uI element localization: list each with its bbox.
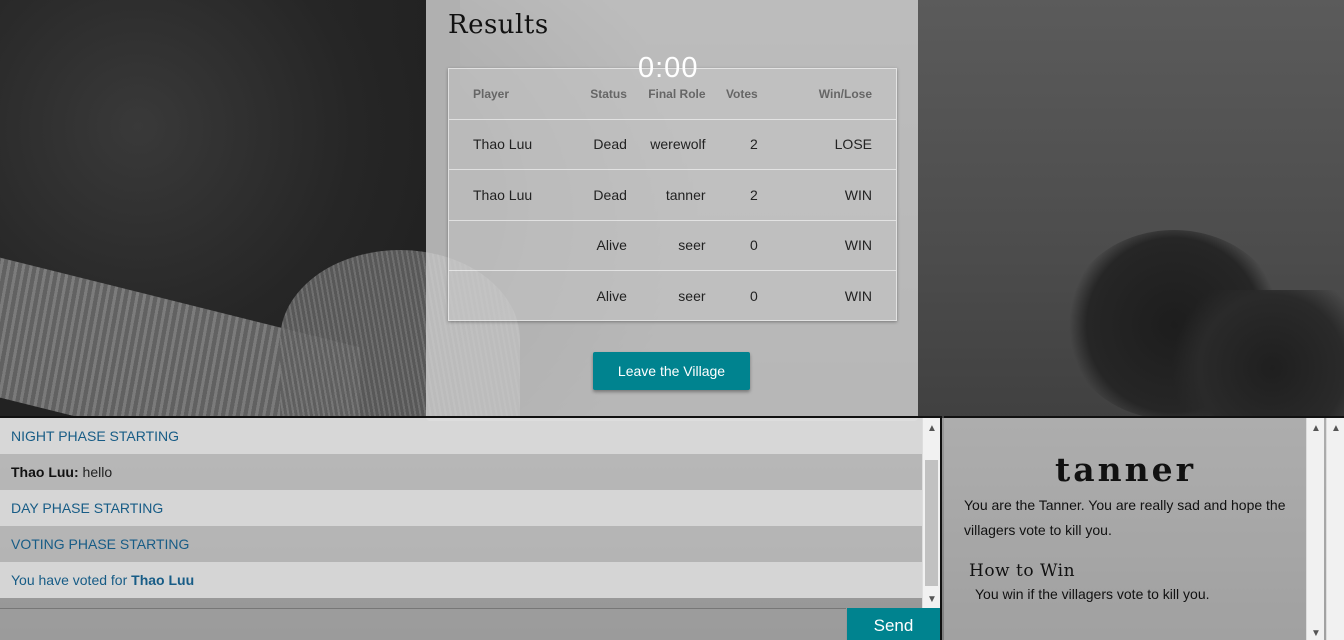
cell-final-role: seer (632, 219, 716, 271)
results-table: Player Status Final Role Votes Win/Lose … (448, 68, 897, 321)
results-title: Results (448, 10, 549, 40)
message-text: hello (78, 464, 113, 480)
cell-status: Alive (580, 219, 633, 271)
scrollbar-thumb[interactable] (925, 460, 938, 586)
cell-player: Thao Luu (449, 118, 581, 170)
cell-win-lose: WIN (771, 169, 896, 220)
cell-player (449, 219, 581, 271)
role-card: tanner You are the Tanner. You are reall… (944, 418, 1307, 640)
cell-votes: 2 (715, 118, 772, 170)
cell-status: Alive (580, 270, 633, 321)
role-name: tanner (1055, 450, 1196, 489)
list-item: NIGHT PHASE STARTING (0, 418, 922, 454)
cell-votes: 0 (715, 270, 772, 321)
chat-panel: NIGHT PHASE STARTING Thao Luu: hello DAY… (0, 416, 942, 640)
table-row: Thao Luu Dead tanner 2 WIN (449, 169, 896, 220)
list-item: Thao Luu: hello (0, 454, 922, 490)
timer: 0:00 (638, 52, 699, 84)
chat-input[interactable] (0, 608, 846, 640)
chevron-up-icon[interactable]: ▲ (1327, 420, 1344, 437)
column-header-votes: Votes (725, 86, 758, 101)
message-author: Thao Luu: (11, 464, 79, 480)
list-item: You have voted for Thao Luu (0, 562, 922, 598)
cell-final-role: seer (632, 270, 716, 321)
results-panel: Results 0:00 Player Status Final Role Vo… (426, 0, 918, 421)
system-message-text: VOTING PHASE STARTING (11, 536, 190, 552)
send-button[interactable]: Send (847, 608, 940, 640)
cell-win-lose: WIN (771, 270, 896, 321)
vote-target: Thao Luu (131, 572, 195, 588)
table-row: Thao Luu Dead werewolf 2 LOSE (449, 118, 896, 170)
cell-votes: 2 (715, 169, 772, 220)
chevron-down-icon[interactable]: ▼ (923, 591, 941, 608)
chevron-up-icon[interactable]: ▲ (1307, 420, 1325, 437)
system-message-text: NIGHT PHASE STARTING (11, 428, 180, 444)
chevron-up-icon[interactable]: ▲ (923, 420, 941, 437)
role-scrollbar[interactable]: ▲ ▼ (1306, 418, 1324, 640)
role-description: You are the Tanner. You are really sad a… (964, 497, 1286, 538)
background-bush (1164, 290, 1344, 420)
how-to-win-text: You win if the villagers vote to kill yo… (975, 586, 1210, 602)
list-item: DAY PHASE STARTING (0, 490, 922, 526)
cell-final-role: tanner (632, 169, 716, 220)
cell-player (449, 270, 581, 321)
how-to-win-title: How to Win (969, 561, 1076, 581)
cell-win-lose: LOSE (771, 118, 896, 170)
cell-win-lose: WIN (771, 219, 896, 271)
cell-status: Dead (580, 118, 633, 170)
table-row: Alive seer 0 WIN (449, 219, 896, 271)
cell-final-role: werewolf (632, 118, 716, 170)
cell-votes: 0 (715, 219, 772, 271)
cell-status: Dead (580, 169, 633, 220)
vote-message-text: You have voted for (11, 572, 132, 588)
leave-village-button[interactable]: Leave the Village (593, 352, 750, 390)
chevron-down-icon[interactable]: ▼ (1307, 625, 1325, 640)
page-scrollbar[interactable]: ▲ (1326, 418, 1344, 640)
table-row: Alive seer 0 WIN (449, 270, 896, 321)
column-header-status: Status (590, 86, 627, 101)
role-panel: tanner You are the Tanner. You are reall… (944, 416, 1344, 640)
list-item: VOTING PHASE STARTING (0, 526, 922, 562)
column-header-player: Player (473, 86, 510, 101)
cell-player: Thao Luu (449, 169, 581, 220)
column-header-win-lose: Win/Lose (818, 86, 872, 101)
chat-log: NIGHT PHASE STARTING Thao Luu: hello DAY… (0, 418, 922, 608)
system-message-text: DAY PHASE STARTING (11, 500, 164, 516)
chat-scrollbar[interactable]: ▲ ▼ (922, 418, 940, 608)
